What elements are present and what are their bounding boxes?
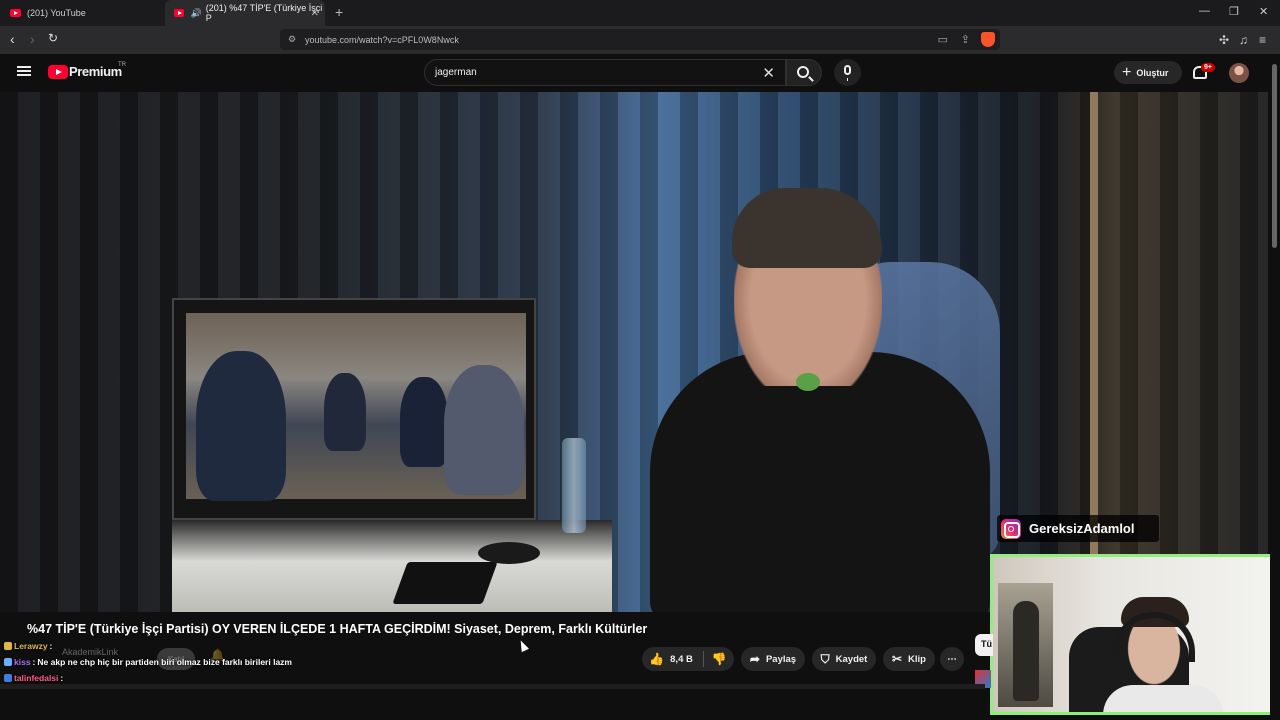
monitor-screen-scene xyxy=(186,313,526,501)
reload-icon[interactable]: ↻ xyxy=(48,31,58,45)
extensions-icon[interactable]: ✣ xyxy=(1219,33,1229,47)
portrait-poster xyxy=(998,583,1053,707)
chat-separator: : xyxy=(60,673,64,683)
cast-icon[interactable]: ▭ xyxy=(938,33,948,46)
poster-figure xyxy=(1013,601,1039,701)
region-code: TR xyxy=(118,62,126,68)
tab-close-icon[interactable]: ✕ xyxy=(311,8,319,19)
scrollbar-thumb[interactable] xyxy=(1272,64,1277,248)
more-actions-button[interactable]: ⋯ xyxy=(940,647,964,671)
clip-label: Klip xyxy=(908,653,926,665)
share-label: Paylaş xyxy=(765,653,797,665)
browser-tab-youtube[interactable]: (201) YouTube xyxy=(0,0,165,26)
browser-menu-icon[interactable]: ≡ xyxy=(1259,33,1266,47)
chat-user: kiss xyxy=(14,657,31,667)
dislike-icon[interactable]: 👎 xyxy=(712,652,727,666)
chat-badge-icon xyxy=(4,658,12,666)
chat-badge-icon xyxy=(4,642,12,650)
create-button[interactable]: + Oluştur xyxy=(1114,61,1182,84)
streamer-webcam xyxy=(990,554,1276,715)
progress-track[interactable] xyxy=(0,684,985,689)
video-title: %47 TİP'E (Türkiye İşçi Partisi) OY VERE… xyxy=(27,622,648,636)
clip-button[interactable]: ✂ Klip xyxy=(883,647,935,671)
scissors-icon: ✂ xyxy=(891,652,903,666)
brave-shield-icon[interactable] xyxy=(981,32,995,47)
browser-tab-strip: (201) YouTube 🔊 (201) %47 TİP'E (Türkiye… xyxy=(0,0,1280,26)
chat-badge-icon xyxy=(4,674,12,682)
speaker-icon: 🔊 xyxy=(190,7,202,18)
restore-icon[interactable]: ❐ xyxy=(1229,5,1239,18)
url-field[interactable]: ⚙ youtube.com/watch?v=cPFL0W8Nwck ▭ ⇪ xyxy=(280,29,1000,50)
streamer-body xyxy=(1103,685,1223,712)
monitor-in-video xyxy=(172,298,536,520)
search-query: jagerman xyxy=(435,67,477,78)
instagram-icon xyxy=(1001,518,1021,539)
search-icon xyxy=(797,66,809,78)
instagram-handle: GereksizAdamlol xyxy=(1029,521,1135,536)
save-label: Kaydet xyxy=(835,653,868,665)
host-body xyxy=(650,352,990,612)
youtube-favicon-icon xyxy=(174,9,185,17)
more-icon: ⋯ xyxy=(947,653,957,665)
microphone-icon xyxy=(844,65,851,81)
share-page-icon[interactable]: ⇪ xyxy=(961,33,970,46)
chat-separator: : xyxy=(49,641,53,651)
window-close-icon[interactable]: ✕ xyxy=(1259,5,1268,18)
side-chip[interactable]: Tü xyxy=(975,634,993,656)
youtube-logo-icon[interactable] xyxy=(48,65,68,79)
browser-tab-active[interactable]: 🔊 (201) %47 TİP'E (Türkiye İşçi P ✕ xyxy=(165,0,325,26)
like-icon[interactable]: 👍 xyxy=(649,652,664,666)
chat-message: Lerawzy : xyxy=(4,641,52,651)
bottle-in-video xyxy=(562,438,586,533)
hamburger-menu-icon[interactable] xyxy=(17,66,31,76)
voice-search-button[interactable] xyxy=(834,59,861,86)
chat-user: Lerawzy xyxy=(14,641,48,651)
like-divider xyxy=(702,651,704,667)
bookmark-icon: ⛉ xyxy=(820,651,830,666)
frog-emote-icon xyxy=(796,373,820,391)
like-dislike-bar: 👍 8,4 B 👎 xyxy=(642,647,734,671)
mouse-in-video xyxy=(478,542,540,564)
instagram-overlay: GereksizAdamlol xyxy=(997,515,1159,542)
brand-name[interactable]: Premium xyxy=(69,64,122,79)
create-label: Oluştur xyxy=(1136,67,1169,78)
chat-message: talinfedalsi : xyxy=(4,673,63,683)
chat-user: talinfedalsi xyxy=(14,673,59,683)
account-avatar[interactable] xyxy=(1229,63,1249,83)
browser-tab-label: (201) %47 TİP'E (Türkiye İşçi P xyxy=(205,3,323,23)
url-text: youtube.com/watch?v=cPFL0W8Nwck xyxy=(305,34,459,45)
share-button[interactable]: ➦ Paylaş xyxy=(741,647,805,671)
clear-search-icon[interactable]: ✕ xyxy=(762,64,775,82)
browser-tab-label: (201) YouTube xyxy=(27,8,86,18)
desk-in-video xyxy=(172,520,612,612)
search-button[interactable] xyxy=(786,59,822,86)
youtube-header: Premium TR jagerman ✕ + Oluştur 9+ xyxy=(0,54,1280,92)
save-button[interactable]: ⛉ Kaydet xyxy=(812,647,876,671)
media-icon[interactable]: ♫ xyxy=(1239,33,1248,47)
share-icon: ➦ xyxy=(749,652,760,666)
chat-message: kiss : Ne akp ne chp hiç bir partiden bi… xyxy=(4,657,292,667)
site-info-icon[interactable]: ⚙ xyxy=(288,34,296,45)
address-bar-row: ‹ › ↻ ⚙ youtube.com/watch?v=cPFL0W8Nwck … xyxy=(0,26,1280,54)
channel-name[interactable]: AkademikLink xyxy=(62,647,118,657)
chat-separator: : xyxy=(32,657,36,667)
keyboard-in-video xyxy=(392,562,498,604)
new-tab-icon[interactable]: + xyxy=(335,4,343,20)
minimize-icon[interactable]: — xyxy=(1199,5,1210,17)
chat-text: Ne akp ne chp hiç bir partiden biri olma… xyxy=(37,657,292,667)
mouse-cursor-icon xyxy=(517,638,529,653)
like-count[interactable]: 8,4 B xyxy=(670,654,693,665)
search-input[interactable]: jagerman ✕ xyxy=(424,59,786,86)
back-icon[interactable]: ‹ xyxy=(10,31,15,47)
youtube-favicon-icon xyxy=(10,9,21,17)
notification-badge: 9+ xyxy=(1201,63,1215,72)
plus-icon: + xyxy=(1122,63,1132,81)
forward-icon[interactable]: › xyxy=(30,31,35,47)
